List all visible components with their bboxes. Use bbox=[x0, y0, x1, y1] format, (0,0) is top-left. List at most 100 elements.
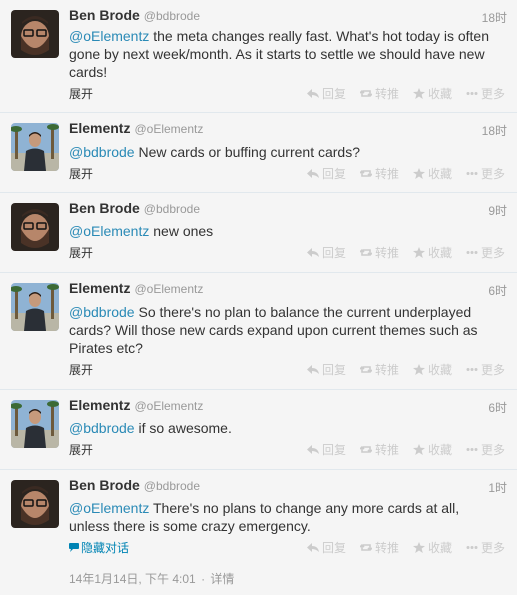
tweet[interactable]: Elementz @oElementz 6时 @bdbrode if so awe… bbox=[0, 390, 517, 470]
retweet-icon bbox=[359, 248, 372, 257]
expand-link[interactable]: 展开 bbox=[69, 165, 93, 182]
favorite-button[interactable]: 收藏 bbox=[412, 361, 452, 378]
tweet-text: @bdbrode New cards or buffing current ca… bbox=[69, 143, 499, 161]
retweet-button[interactable]: 转推 bbox=[359, 244, 399, 261]
favorite-label: 收藏 bbox=[427, 167, 452, 181]
reply-label: 回复 bbox=[321, 246, 346, 260]
retweet-button[interactable]: 转推 bbox=[359, 441, 399, 458]
tweet-actions: 回复 转推 收藏 更多 bbox=[306, 244, 505, 261]
hide-conversation-link[interactable]: 隐藏对话 bbox=[69, 539, 129, 556]
expand-link[interactable]: 展开 bbox=[69, 441, 93, 458]
tweet-actions: 回复 转推 收藏 更多 bbox=[306, 441, 505, 458]
author-name[interactable]: Ben Brode bbox=[69, 200, 140, 216]
more-button[interactable]: 更多 bbox=[466, 539, 505, 556]
tweet-time[interactable]: 1时 bbox=[488, 479, 507, 496]
expand-link[interactable]: 展开 bbox=[69, 85, 93, 102]
speech-bubble-icon bbox=[69, 543, 79, 552]
tweet[interactable]: Elementz @oElementz 6时 @bdbrode So there'… bbox=[0, 273, 517, 390]
more-button[interactable]: 更多 bbox=[466, 441, 505, 458]
tweet[interactable]: Elementz @oElementz 18时 @bdbrode New card… bbox=[0, 113, 517, 193]
tweet-text: @oElementz There's no plans to change an… bbox=[69, 499, 499, 535]
expand-link[interactable]: 展开 bbox=[69, 244, 93, 261]
more-icon bbox=[466, 448, 478, 451]
tweet-actions: 回复 转推 收藏 更多 bbox=[306, 165, 505, 182]
details-link[interactable]: 详情 bbox=[210, 572, 234, 586]
more-button[interactable]: 更多 bbox=[466, 165, 505, 182]
author-handle[interactable]: @bdbrode bbox=[144, 9, 200, 23]
tweet-body: new ones bbox=[149, 223, 214, 239]
mention-link[interactable]: @oElementz bbox=[69, 223, 149, 239]
reply-button[interactable]: 回复 bbox=[306, 165, 346, 182]
author-name[interactable]: Ben Brode bbox=[69, 7, 140, 23]
avatar-ben-brode[interactable] bbox=[11, 10, 59, 58]
favorite-label: 收藏 bbox=[427, 541, 452, 555]
reply-label: 回复 bbox=[321, 87, 346, 101]
tweet-actions: 回复 转推 收藏 更多 bbox=[306, 539, 505, 556]
retweet-button[interactable]: 转推 bbox=[359, 165, 399, 182]
retweet-label: 转推 bbox=[374, 167, 399, 181]
more-label: 更多 bbox=[480, 363, 505, 377]
author-handle[interactable]: @oElementz bbox=[134, 122, 203, 136]
reply-label: 回复 bbox=[321, 443, 346, 457]
full-date[interactable]: 14年1月14日, 下午 4:01 bbox=[69, 572, 196, 586]
tweet-header: Ben Brode @bdbrode 18时 bbox=[69, 7, 507, 25]
tweet[interactable]: Ben Brode @bdbrode 9时 @oElementz new ones… bbox=[0, 193, 517, 273]
author-name[interactable]: Elementz bbox=[69, 397, 130, 413]
more-button[interactable]: 更多 bbox=[466, 361, 505, 378]
tweet-text: @oElementz the meta changes really fast.… bbox=[69, 27, 499, 81]
author-handle[interactable]: @oElementz bbox=[134, 399, 203, 413]
retweet-button[interactable]: 转推 bbox=[359, 361, 399, 378]
more-icon bbox=[466, 546, 478, 549]
tweet-text: @bdbrode if so awesome. bbox=[69, 419, 499, 437]
tweet-time[interactable]: 6时 bbox=[488, 282, 507, 299]
author-handle[interactable]: @oElementz bbox=[134, 282, 203, 296]
author-handle[interactable]: @bdbrode bbox=[144, 202, 200, 216]
favorite-button[interactable]: 收藏 bbox=[412, 441, 452, 458]
tweet-text: @oElementz new ones bbox=[69, 222, 499, 240]
reply-button[interactable]: 回复 bbox=[306, 85, 346, 102]
author-handle[interactable]: @bdbrode bbox=[144, 479, 200, 493]
retweet-label: 转推 bbox=[374, 541, 399, 555]
retweet-button[interactable]: 转推 bbox=[359, 85, 399, 102]
reply-button[interactable]: 回复 bbox=[306, 244, 346, 261]
tweet[interactable]: Ben Brode @bdbrode 18时 @oElementz the met… bbox=[0, 0, 517, 113]
tweet-time[interactable]: 9时 bbox=[488, 202, 507, 219]
author-name[interactable]: Elementz bbox=[69, 120, 130, 136]
reply-icon bbox=[306, 89, 319, 98]
retweet-button[interactable]: 转推 bbox=[359, 539, 399, 556]
avatar-image bbox=[11, 480, 59, 528]
author-name[interactable]: Ben Brode bbox=[69, 477, 140, 493]
favorite-button[interactable]: 收藏 bbox=[412, 85, 452, 102]
reply-button[interactable]: 回复 bbox=[306, 361, 346, 378]
avatar-ben-brode[interactable] bbox=[11, 480, 59, 528]
favorite-button[interactable]: 收藏 bbox=[412, 539, 452, 556]
mention-link[interactable]: @oElementz bbox=[69, 500, 149, 516]
reply-icon bbox=[306, 365, 319, 374]
tweet-time[interactable]: 18时 bbox=[482, 122, 507, 139]
avatar-elementz[interactable] bbox=[11, 400, 59, 448]
avatar-ben-brode[interactable] bbox=[11, 203, 59, 251]
favorite-label: 收藏 bbox=[427, 87, 452, 101]
tweet-header: Elementz @oElementz 18时 bbox=[69, 120, 507, 138]
tweet-time[interactable]: 18时 bbox=[482, 9, 507, 26]
reply-button[interactable]: 回复 bbox=[306, 539, 346, 556]
reply-button[interactable]: 回复 bbox=[306, 441, 346, 458]
avatar-image bbox=[11, 203, 59, 251]
tweet-time[interactable]: 6时 bbox=[488, 399, 507, 416]
mention-link[interactable]: @bdbrode bbox=[69, 144, 135, 160]
favorite-button[interactable]: 收藏 bbox=[412, 165, 452, 182]
avatar-image bbox=[11, 123, 59, 171]
expand-link[interactable]: 展开 bbox=[69, 361, 93, 378]
more-button[interactable]: 更多 bbox=[466, 244, 505, 261]
avatar-elementz[interactable] bbox=[11, 283, 59, 331]
mention-link[interactable]: @oElementz bbox=[69, 28, 149, 44]
mention-link[interactable]: @bdbrode bbox=[69, 304, 135, 320]
more-icon bbox=[466, 251, 478, 254]
mention-link[interactable]: @bdbrode bbox=[69, 420, 135, 436]
author-name[interactable]: Elementz bbox=[69, 280, 130, 296]
more-button[interactable]: 更多 bbox=[466, 85, 505, 102]
tweet-timestamp-footer: 14年1月14日, 下午 4:01 · 详情 bbox=[69, 570, 234, 587]
avatar-elementz[interactable] bbox=[11, 123, 59, 171]
retweet-icon bbox=[359, 365, 372, 374]
favorite-button[interactable]: 收藏 bbox=[412, 244, 452, 261]
